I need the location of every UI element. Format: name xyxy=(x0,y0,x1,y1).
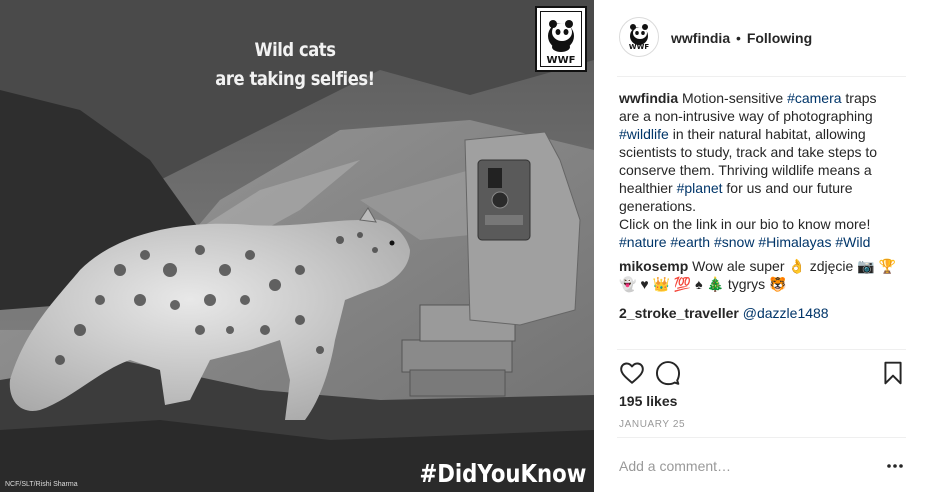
caption-text: Click on the link in our bio to know mor… xyxy=(619,216,871,232)
hashtag-link[interactable]: #Himalayas xyxy=(758,234,831,250)
ellipsis-icon[interactable] xyxy=(884,456,906,476)
wwf-logo-text: WWF xyxy=(546,55,576,66)
overlay-line-2: are taking selfies! xyxy=(215,68,375,90)
likes-count[interactable]: 195 likes xyxy=(619,393,677,409)
photo-credit: NCF/SLT/Rishi Sharma xyxy=(5,481,78,488)
wwf-logo: WWF xyxy=(535,6,587,72)
comment-item: 2_stroke_traveller @dazzle1488 xyxy=(619,304,899,322)
hashtag-link[interactable]: #camera xyxy=(787,90,841,106)
add-comment-input[interactable] xyxy=(619,456,859,476)
heart-icon[interactable] xyxy=(619,360,645,386)
caption-username[interactable]: wwfindia xyxy=(619,90,678,106)
comment-bubble-icon[interactable] xyxy=(655,360,681,386)
hashtag-link[interactable]: #planet xyxy=(677,180,723,196)
follow-status-button[interactable]: Following xyxy=(747,30,812,46)
header-user-line: wwfindia • Following xyxy=(671,30,812,46)
caption-text: Motion-sensitive xyxy=(678,90,788,106)
photo-overlay-caption: Wild cats are taking selfies! xyxy=(213,36,376,94)
post-side-panel: WWF wwfindia • Following wwfindia Motion… xyxy=(594,0,925,492)
header-divider xyxy=(617,76,906,77)
comment-item: mikosemp Wow ale super 👌 zdjęcie 📷 🏆 👻 ♥… xyxy=(619,257,899,293)
bookmark-icon[interactable] xyxy=(880,360,906,386)
avatar-text: WWF xyxy=(628,43,650,51)
did-you-know-hashtag: #DidYouKnow xyxy=(419,459,586,488)
post-photo[interactable]: Wild cats are taking selfies! WWF #DidYo… xyxy=(0,0,594,492)
post-header: WWF wwfindia • Following xyxy=(594,0,925,76)
caption: wwfindia Motion-sensitive #camera traps … xyxy=(619,89,899,251)
comment-username[interactable]: mikosemp xyxy=(619,258,688,274)
action-bar xyxy=(619,360,906,386)
comments-section: wwfindia Motion-sensitive #camera traps … xyxy=(619,89,899,326)
post-date: JANUARY 25 xyxy=(619,419,686,430)
actions-divider xyxy=(617,349,906,350)
hashtag-link[interactable]: #Wild xyxy=(835,234,870,250)
mention-link[interactable]: @dazzle1488 xyxy=(743,305,829,321)
comment-username[interactable]: 2_stroke_traveller xyxy=(619,305,739,321)
hashtag-link[interactable]: #wildlife xyxy=(619,126,669,142)
panda-icon xyxy=(548,20,574,52)
overlay-line-1: Wild cats xyxy=(254,39,336,61)
avatar[interactable]: WWF xyxy=(619,17,659,57)
header-username[interactable]: wwfindia xyxy=(671,30,730,46)
hashtag-link[interactable]: #nature xyxy=(619,234,666,250)
hashtag-link[interactable]: #earth xyxy=(670,234,710,250)
comment-divider xyxy=(617,437,906,438)
hashtag-link[interactable]: #snow xyxy=(714,234,754,250)
header-separator: • xyxy=(736,30,741,46)
